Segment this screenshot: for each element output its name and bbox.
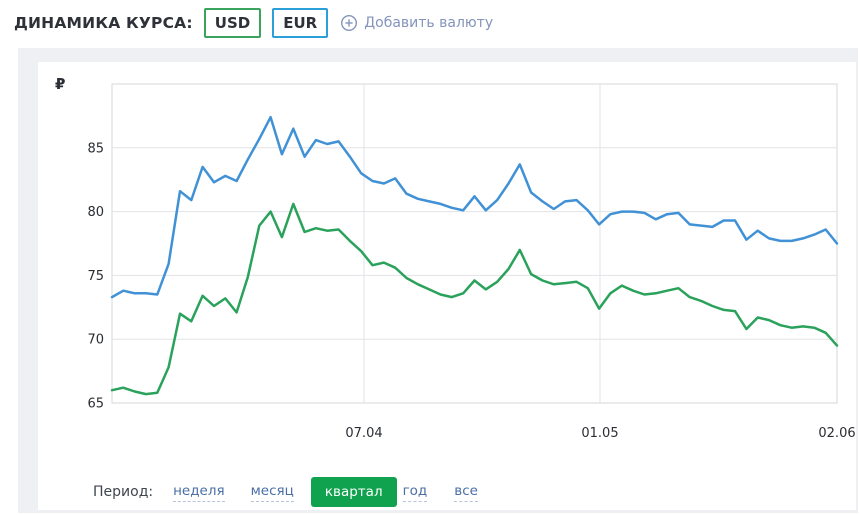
y-axis-tick: 75 [87,269,104,284]
y-axis-tick: 65 [87,397,104,412]
period-option-quarter[interactable]: квартал [311,477,397,507]
plot-border [112,84,837,403]
period-option-all[interactable]: все [454,483,478,502]
y-axis-tick: 85 [87,141,104,156]
x-axis-tick: 02.06 [818,426,855,441]
x-axis-tick: 07.04 [345,426,382,441]
period-label: Период: [93,484,153,500]
y-axis-tick: 80 [87,205,104,220]
series-line-usd [112,204,837,394]
plus-circle-icon [340,14,358,32]
line-chart: 85 80 75 70 65 07.04 01.05 02.06 [38,62,856,510]
y-axis-tick: 70 [87,333,104,348]
page-title: ДИНАМИКА КУРСА: [14,14,193,32]
period-option-year[interactable]: год [403,483,428,502]
series-line-eur [112,117,837,297]
currency-tab-usd[interactable]: USD [204,8,261,38]
add-currency-label: Добавить валюту [364,15,493,31]
chart-panel: ₽ 858075706507.0401.0502.06 Период: неде… [18,48,858,513]
chart-card: ₽ 858075706507.0401.0502.06 Период: неде… [38,62,856,510]
x-axis-tick: 01.05 [581,426,618,441]
header: ДИНАМИКА КУРСА: USD EUR Добавить валюту [0,0,860,46]
currency-tab-eur[interactable]: EUR [272,8,328,38]
period-selector: Период: неделя месяц квартал год все [93,476,478,508]
period-option-month[interactable]: месяц [251,483,294,502]
add-currency-link[interactable]: Добавить валюту [340,14,493,32]
period-option-week[interactable]: неделя [173,483,225,502]
